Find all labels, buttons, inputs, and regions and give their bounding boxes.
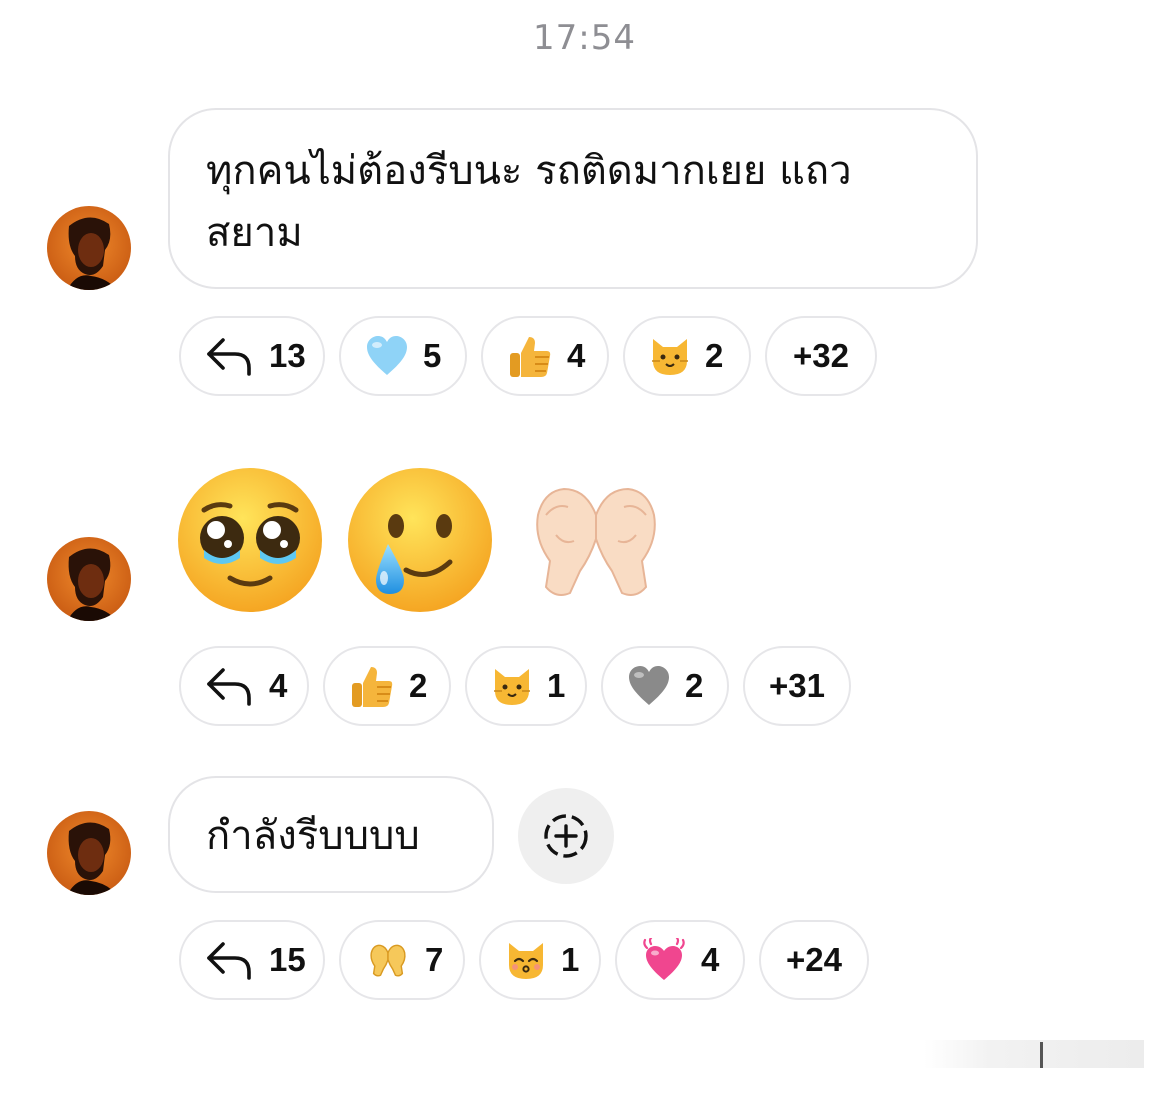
grey-heart-icon — [629, 666, 669, 705]
reaction-count: 7 — [425, 941, 444, 978]
message-bubble[interactable]: กำลังรีบบบบ — [168, 776, 494, 893]
more-reactions-pill[interactable]: +31 — [743, 646, 851, 726]
more-reactions-pill[interactable]: +32 — [765, 316, 877, 396]
reaction-pill-cat-face[interactable]: 2 — [623, 316, 751, 396]
thumbs-up-icon — [352, 667, 393, 707]
reaction-count: 1 — [561, 941, 580, 978]
avatar[interactable] — [47, 206, 131, 290]
reaction-pill-thumbs-up[interactable]: 2 — [323, 646, 451, 726]
reply-count-pill[interactable]: 4 — [179, 646, 309, 726]
reaction-bar: 4 2 1 2 +31 — [179, 646, 851, 726]
smiling-face-with-tear-icon — [348, 468, 492, 612]
message-text: ทุกคนไม่ต้องรีบนะ รถติดมากเยย แถวสยาม — [206, 148, 852, 256]
add-reaction-button[interactable] — [518, 788, 614, 884]
reaction-count: 1 — [547, 667, 566, 704]
thumbs-up-icon — [510, 337, 551, 377]
reaction-count: 5 — [423, 337, 442, 374]
heart-hands-icon — [370, 944, 406, 977]
reaction-bar: 13 5 4 2 +32 — [179, 316, 877, 396]
reaction-pill-cat-face[interactable]: 1 — [465, 646, 587, 726]
reply-arrow-icon — [207, 668, 251, 706]
scroll-indicator[interactable] — [924, 1040, 1144, 1068]
reaction-count: 4 — [567, 337, 586, 374]
reaction-count: 2 — [705, 337, 724, 374]
add-reaction-icon — [544, 814, 588, 858]
reply-arrow-icon — [207, 338, 251, 376]
reaction-pill-grey-heart[interactable]: 2 — [601, 646, 729, 726]
more-reactions-pill[interactable]: +24 — [759, 920, 869, 1000]
reaction-pill-light-blue-heart[interactable]: 5 — [339, 316, 467, 396]
reaction-pill-thumbs-up[interactable]: 4 — [481, 316, 609, 396]
reaction-count: 4 — [701, 941, 720, 978]
reaction-count: 2 — [409, 667, 428, 704]
message-bubble[interactable]: ทุกคนไม่ต้องรีบนะ รถติดมากเยย แถวสยาม — [168, 108, 978, 289]
reply-count: 4 — [269, 667, 288, 704]
more-reactions-count: +32 — [793, 337, 849, 374]
reply-count-pill[interactable]: 15 — [179, 920, 325, 1000]
reply-count-pill[interactable]: 13 — [179, 316, 325, 396]
reaction-pill-beating-heart[interactable]: 4 — [615, 920, 745, 1000]
scroll-indicator-tick — [1040, 1042, 1043, 1068]
reply-count: 15 — [269, 941, 306, 978]
more-reactions-count: +31 — [769, 667, 825, 704]
reaction-pill-kissing-cat[interactable]: 1 — [479, 920, 601, 1000]
avatar[interactable] — [47, 811, 131, 895]
reaction-bar: 15 7 1 4 +24 — [179, 920, 869, 1000]
kissing-cat-icon — [509, 943, 543, 979]
emoji-message[interactable] — [176, 466, 676, 614]
more-reactions-count: +24 — [786, 941, 842, 978]
reply-count: 13 — [269, 337, 306, 374]
message-timestamp: 17:54 — [533, 18, 636, 58]
cat-face-icon — [494, 669, 530, 705]
reaction-pill-heart-hands[interactable]: 7 — [339, 920, 465, 1000]
avatar[interactable] — [47, 537, 131, 621]
light-blue-heart-icon — [367, 336, 407, 375]
pleading-face-icon — [178, 468, 322, 612]
heart-hands-icon — [536, 487, 656, 596]
reaction-count: 2 — [685, 667, 704, 704]
cat-face-icon — [652, 339, 688, 375]
reply-arrow-icon — [207, 942, 251, 980]
message-text: กำลังรีบบบบ — [206, 813, 420, 859]
beating-heart-icon — [643, 938, 685, 980]
